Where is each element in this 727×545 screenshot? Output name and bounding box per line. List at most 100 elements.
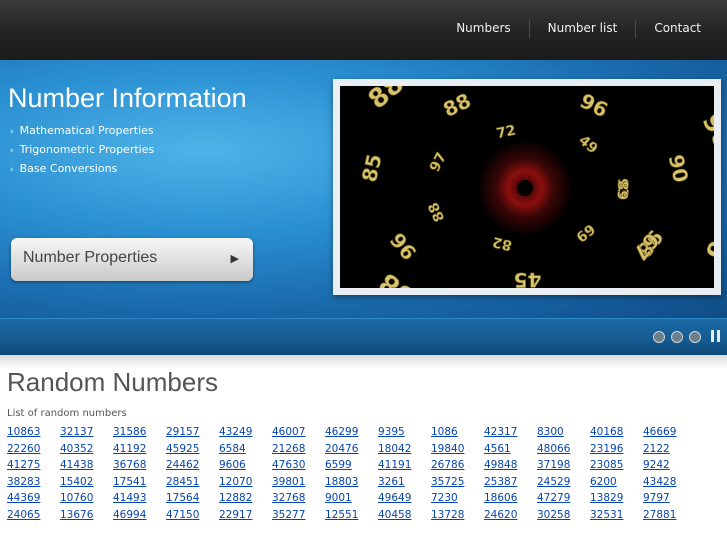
nav-number-list[interactable]: Number list — [528, 20, 636, 38]
number-link[interactable]: 4561 — [484, 442, 511, 456]
number-link[interactable]: 41438 — [60, 458, 93, 472]
spiral-center — [517, 180, 533, 196]
slide-dot-2[interactable] — [671, 331, 683, 343]
link-label: Trigonometric Properties — [19, 143, 155, 156]
number-link[interactable]: 36768 — [113, 458, 146, 472]
link-mathematical-properties[interactable]: › Mathematical Properties — [10, 122, 154, 141]
number-link[interactable]: 46994 — [113, 508, 146, 522]
number-link[interactable]: 23085 — [590, 458, 623, 472]
number-link[interactable]: 24529 — [537, 475, 570, 489]
number-link[interactable]: 20476 — [325, 442, 358, 456]
number-link[interactable]: 15402 — [60, 475, 93, 489]
link-trigonometric-properties[interactable]: › Trigonometric Properties — [10, 141, 154, 160]
number-link[interactable]: 23196 — [590, 442, 623, 456]
number-link[interactable]: 41493 — [113, 491, 146, 505]
number-link[interactable]: 28451 — [166, 475, 199, 489]
number-link[interactable]: 18803 — [325, 475, 358, 489]
number-properties-button[interactable]: Number Properties ▶ — [11, 238, 253, 281]
number-link[interactable]: 3261 — [378, 475, 405, 489]
number-link[interactable]: 40352 — [60, 442, 93, 456]
spiral-digit: 45 — [514, 268, 542, 288]
number-link[interactable]: 9242 — [643, 458, 670, 472]
number-link[interactable]: 46299 — [325, 425, 358, 439]
number-link[interactable]: 2122 — [643, 442, 670, 456]
number-link[interactable]: 9606 — [219, 458, 246, 472]
number-link[interactable]: 6599 — [325, 458, 352, 472]
number-link[interactable]: 25387 — [484, 475, 517, 489]
top-navigation-bar: Numbers Number list Contact — [0, 0, 727, 60]
slide-dot-3[interactable] — [689, 331, 701, 343]
number-link[interactable]: 46669 — [643, 425, 676, 439]
number-link[interactable]: 43249 — [219, 425, 252, 439]
number-link[interactable]: 6200 — [590, 475, 617, 489]
number-link[interactable]: 32768 — [272, 491, 305, 505]
number-link[interactable]: 40168 — [590, 425, 623, 439]
number-link[interactable]: 41191 — [378, 458, 411, 472]
number-link[interactable]: 49649 — [378, 491, 411, 505]
number-link[interactable]: 37198 — [537, 458, 570, 472]
number-link[interactable]: 47630 — [272, 458, 305, 472]
number-link[interactable]: 12551 — [325, 508, 358, 522]
number-link[interactable]: 9797 — [643, 491, 670, 505]
number-link[interactable]: 47279 — [537, 491, 570, 505]
number-link[interactable]: 42317 — [484, 425, 517, 439]
number-row: 10863 32137 31586 29157 43249 46007 46299 9395 1… — [7, 425, 727, 442]
number-link[interactable]: 13676 — [60, 508, 93, 522]
number-link[interactable]: 46007 — [272, 425, 305, 439]
number-link[interactable]: 43428 — [643, 475, 676, 489]
number-link[interactable]: 27881 — [643, 508, 676, 522]
number-link[interactable]: 30258 — [537, 508, 570, 522]
number-link[interactable]: 1086 — [431, 425, 458, 439]
number-link[interactable]: 17541 — [113, 475, 146, 489]
number-link[interactable]: 24620 — [484, 508, 517, 522]
number-link[interactable]: 10863 — [7, 425, 40, 439]
number-link[interactable]: 44369 — [7, 491, 40, 505]
number-link[interactable]: 9001 — [325, 491, 352, 505]
number-link[interactable]: 8300 — [537, 425, 564, 439]
number-link[interactable]: 21268 — [272, 442, 305, 456]
number-link[interactable]: 24462 — [166, 458, 199, 472]
number-link[interactable]: 13829 — [590, 491, 623, 505]
number-link[interactable]: 7230 — [431, 491, 458, 505]
number-row: 22260 40352 41192 45925 6584 21268 20476 18042 1… — [7, 442, 727, 459]
number-link[interactable]: 12070 — [219, 475, 252, 489]
number-link[interactable]: 17564 — [166, 491, 199, 505]
number-link[interactable]: 41275 — [7, 458, 40, 472]
number-link[interactable]: 24065 — [7, 508, 40, 522]
number-link[interactable]: 10760 — [60, 491, 93, 505]
number-link[interactable]: 47150 — [166, 508, 199, 522]
number-link[interactable]: 35725 — [431, 475, 464, 489]
number-link[interactable]: 48066 — [537, 442, 570, 456]
number-link[interactable]: 22260 — [7, 442, 40, 456]
number-link[interactable]: 35277 — [272, 508, 305, 522]
number-row: 24065 13676 46994 47150 22917 35277 12551 40458… — [7, 508, 727, 525]
link-label: Base Conversions — [19, 162, 118, 175]
number-link[interactable]: 18606 — [484, 491, 517, 505]
number-link[interactable]: 40458 — [378, 508, 411, 522]
number-link[interactable]: 32137 — [60, 425, 93, 439]
number-link[interactable]: 29157 — [166, 425, 199, 439]
pause-icon[interactable] — [711, 330, 720, 342]
number-link[interactable]: 31586 — [113, 425, 146, 439]
number-link[interactable]: 13728 — [431, 508, 464, 522]
number-link[interactable]: 9395 — [378, 425, 405, 439]
number-link[interactable]: 45925 — [166, 442, 199, 456]
number-link[interactable]: 22917 — [219, 508, 252, 522]
nav-contact[interactable]: Contact — [635, 20, 727, 38]
number-link[interactable]: 32531 — [590, 508, 623, 522]
number-link[interactable]: 39801 — [272, 475, 305, 489]
number-link[interactable]: 12882 — [219, 491, 252, 505]
nav-numbers[interactable]: Numbers — [438, 20, 528, 38]
number-link[interactable]: 38283 — [7, 475, 40, 489]
number-link[interactable]: 18042 — [378, 442, 411, 456]
link-base-conversions[interactable]: › Base Conversions — [10, 160, 154, 179]
slide-dot-1[interactable] — [653, 331, 665, 343]
main-nav: Numbers Number list Contact — [438, 20, 727, 38]
number-link[interactable]: 26786 — [431, 458, 464, 472]
number-link[interactable]: 6584 — [219, 442, 246, 456]
number-row: 38283 15402 17541 28451 12070 39801 18803 3261 3… — [7, 475, 727, 492]
hero-title: Number Information — [8, 83, 247, 113]
number-link[interactable]: 49848 — [484, 458, 517, 472]
number-link[interactable]: 19840 — [431, 442, 464, 456]
number-link[interactable]: 41192 — [113, 442, 146, 456]
